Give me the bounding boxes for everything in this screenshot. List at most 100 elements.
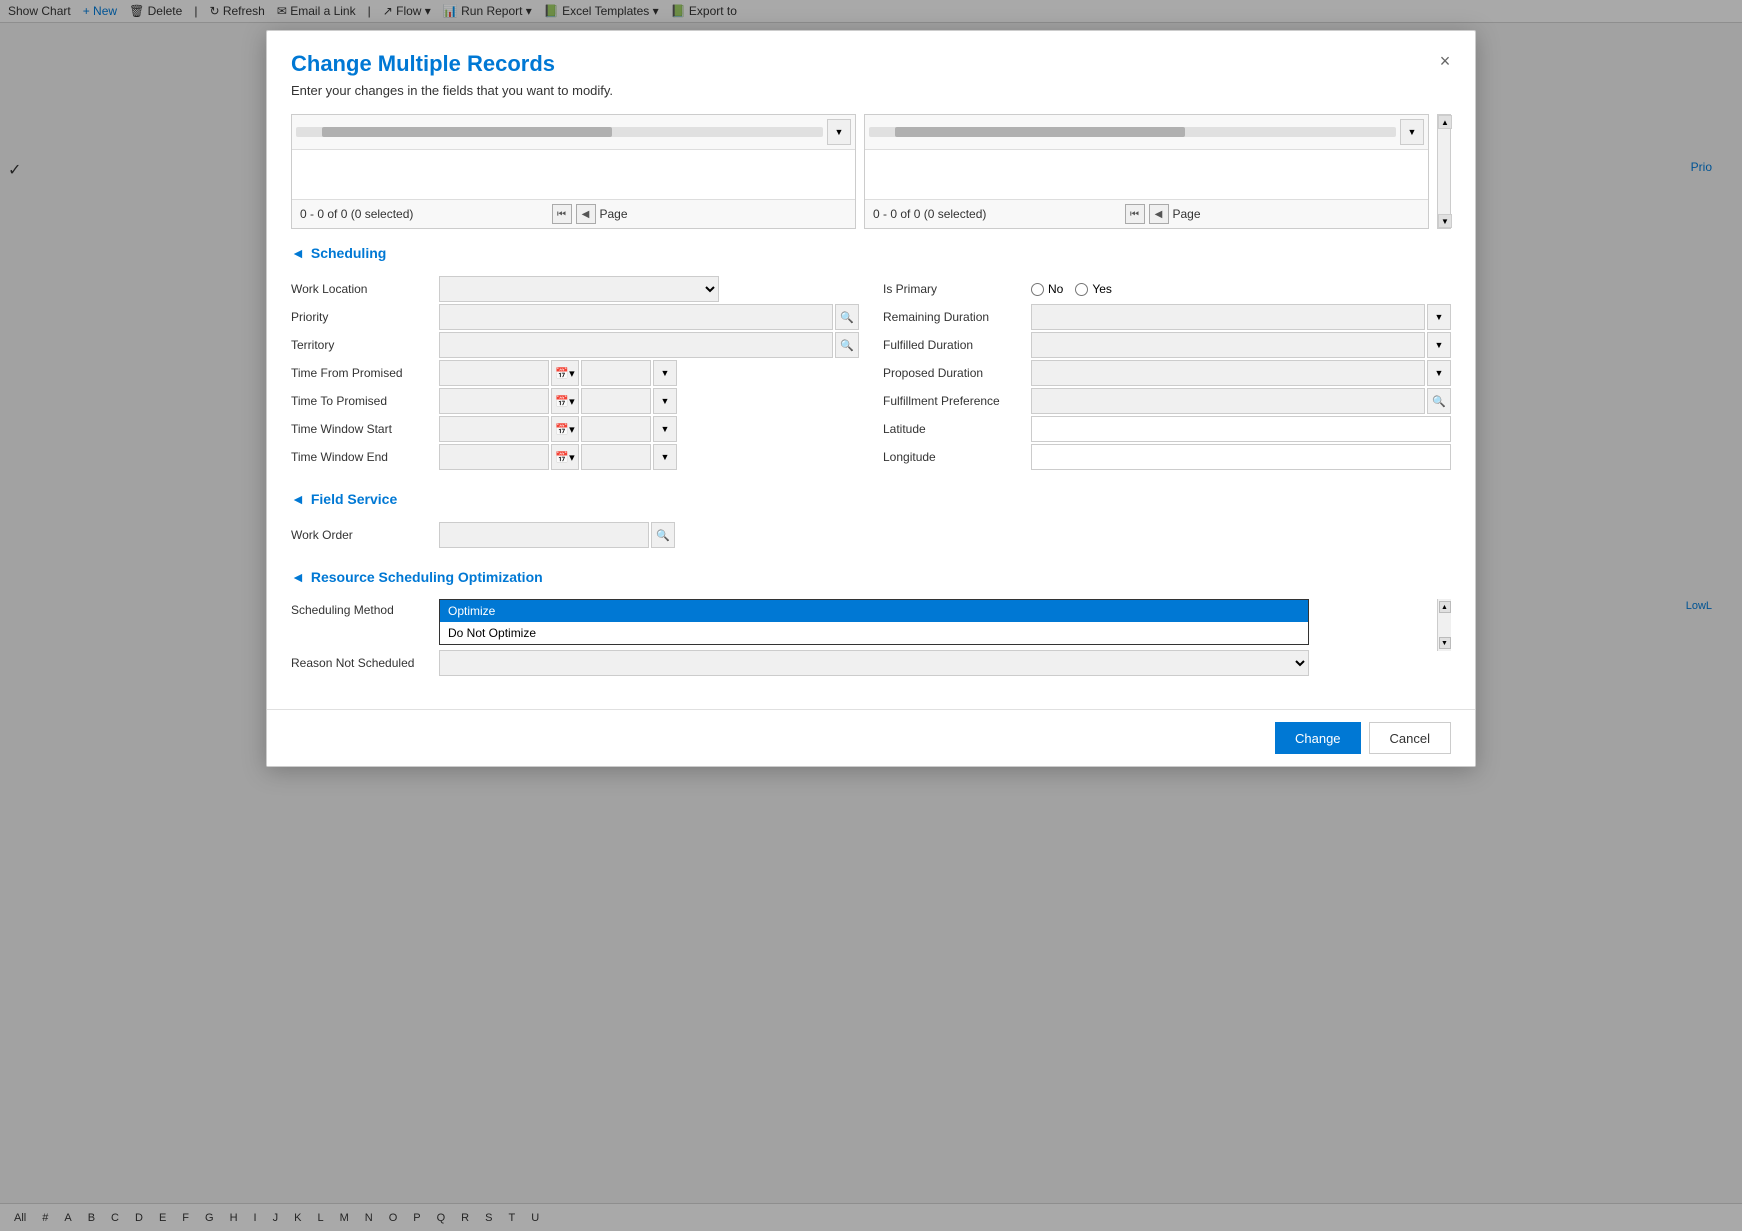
scheduling-method-optimize-option[interactable]: Optimize [440, 600, 1308, 622]
latitude-input[interactable] [1031, 416, 1451, 442]
dropdown-scroll-up[interactable]: ▲ [1439, 601, 1451, 613]
grids-scroll-down-arrow[interactable]: ▼ [1438, 214, 1452, 228]
fulfilled-duration-input[interactable] [1031, 332, 1425, 358]
scheduling-method-do-not-optimize-option[interactable]: Do Not Optimize [440, 622, 1308, 644]
territory-input[interactable] [439, 332, 833, 358]
proposed-duration-control: ▼ [1031, 360, 1451, 386]
time-to-promised-time-btn[interactable]: ▼ [653, 388, 677, 414]
work-order-input[interactable] [439, 522, 649, 548]
field-service-collapse-icon: ◄ [291, 491, 305, 507]
is-primary-label: Is Primary [883, 282, 1023, 296]
reason-not-scheduled-control [439, 650, 1451, 676]
grid2-body [865, 149, 1428, 199]
is-primary-no-radio[interactable] [1031, 283, 1044, 296]
time-window-end-cal-btn[interactable]: 📅▾ [551, 444, 579, 470]
grid1-first-btn[interactable]: ⏮ [552, 204, 572, 224]
work-order-lookup-btn[interactable]: 🔍 [651, 522, 675, 548]
time-window-end-time-input[interactable] [581, 444, 651, 470]
work-location-row: Work Location [291, 275, 859, 303]
time-from-promised-time-input[interactable] [581, 360, 651, 386]
reason-not-scheduled-select[interactable] [439, 650, 1309, 676]
grid1-prev-btn[interactable]: ◀ [576, 204, 596, 224]
remaining-duration-label: Remaining Duration [883, 310, 1023, 324]
remaining-duration-row: Remaining Duration ▼ [883, 303, 1451, 331]
work-location-control [439, 276, 859, 302]
grid1-body [292, 149, 855, 199]
is-primary-yes-option[interactable]: Yes [1075, 282, 1112, 296]
dialog-body: ▼ 0 - 0 of 0 (0 selected) ⏮ ◀ Page ▼ [267, 110, 1475, 709]
dropdown-scroll-down[interactable]: ▼ [1439, 637, 1451, 649]
work-order-label: Work Order [291, 528, 431, 542]
change-multiple-records-dialog: Change Multiple Records Enter your chang… [266, 30, 1476, 767]
time-to-promised-label: Time To Promised [291, 394, 431, 408]
time-to-promised-control: 📅▾ ▼ [439, 388, 859, 414]
grid2-prev-btn[interactable]: ◀ [1149, 204, 1169, 224]
time-window-end-time-btn[interactable]: ▼ [653, 444, 677, 470]
rso-section: ◄ Resource Scheduling Optimization Sched… [291, 565, 1451, 677]
time-from-promised-time-btn[interactable]: ▼ [653, 360, 677, 386]
scheduling-section-header[interactable]: ◄ Scheduling [291, 241, 1451, 265]
work-location-select-wrapper [439, 276, 859, 302]
grid1-scroll-up[interactable]: ▼ [827, 119, 851, 145]
fulfillment-preference-lookup-btn[interactable]: 🔍 [1427, 388, 1451, 414]
rso-label: Resource Scheduling Optimization [311, 569, 543, 585]
time-window-start-cal-btn[interactable]: 📅▾ [551, 416, 579, 442]
time-window-end-date-input[interactable] [439, 444, 549, 470]
time-from-promised-cal-btn[interactable]: 📅▾ [551, 360, 579, 386]
grid2-page-label: Page [1173, 207, 1421, 221]
time-window-start-time-btn[interactable]: ▼ [653, 416, 677, 442]
time-to-promised-row: Time To Promised 📅▾ ▼ [291, 387, 859, 415]
remaining-duration-btn[interactable]: ▼ [1427, 304, 1451, 330]
longitude-row: Longitude [883, 443, 1451, 471]
time-to-promised-cal-btn[interactable]: 📅▾ [551, 388, 579, 414]
territory-lookup-btn[interactable]: 🔍 [835, 332, 859, 358]
dropdown-scrollbar: ▲ ▼ [1437, 599, 1451, 651]
remaining-duration-input[interactable] [1031, 304, 1425, 330]
time-from-promised-control: 📅▾ ▼ [439, 360, 859, 386]
priority-row: Priority 🔍 [291, 303, 859, 331]
time-window-end-control: 📅▾ ▼ [439, 444, 859, 470]
scheduling-section: ◄ Scheduling Work Location [291, 241, 1451, 471]
priority-control: 🔍 [439, 304, 859, 330]
grid2-scroll-up[interactable]: ▼ [1400, 119, 1424, 145]
time-to-promised-time-input[interactable] [581, 388, 651, 414]
dialog-close-button[interactable]: × [1431, 47, 1459, 75]
time-window-start-control: 📅▾ ▼ [439, 416, 859, 442]
time-from-promised-date-input[interactable] [439, 360, 549, 386]
dialog-subtitle: Enter your changes in the fields that yo… [291, 83, 1451, 98]
proposed-duration-input[interactable] [1031, 360, 1425, 386]
dialog-footer: Change Cancel [267, 709, 1475, 766]
territory-label: Territory [291, 338, 431, 352]
grids-scroll-up-arrow[interactable]: ▲ [1438, 115, 1452, 129]
latitude-label: Latitude [883, 422, 1023, 436]
fulfilled-duration-control: ▼ [1031, 332, 1451, 358]
scheduling-method-dropdown[interactable]: Optimize Do Not Optimize [439, 599, 1309, 645]
fulfillment-preference-control: 🔍 [1031, 388, 1451, 414]
fulfilled-duration-row: Fulfilled Duration ▼ [883, 331, 1451, 359]
proposed-duration-btn[interactable]: ▼ [1427, 360, 1451, 386]
scheduling-collapse-icon: ◄ [291, 245, 305, 261]
priority-lookup-btn[interactable]: 🔍 [835, 304, 859, 330]
rso-section-header[interactable]: ◄ Resource Scheduling Optimization [291, 565, 1451, 589]
field-service-section-header[interactable]: ◄ Field Service [291, 487, 1451, 511]
work-order-control: 🔍 [439, 522, 1451, 548]
territory-control: 🔍 [439, 332, 859, 358]
scheduling-label: Scheduling [311, 245, 386, 261]
is-primary-yes-radio[interactable] [1075, 283, 1088, 296]
time-window-end-row: Time Window End 📅▾ ▼ [291, 443, 859, 471]
is-primary-no-option[interactable]: No [1031, 282, 1063, 296]
time-window-start-date-input[interactable] [439, 416, 549, 442]
grid2-first-btn[interactable]: ⏮ [1125, 204, 1145, 224]
scheduling-right-col: Is Primary No Yes [883, 275, 1451, 471]
fulfilled-duration-btn[interactable]: ▼ [1427, 332, 1451, 358]
lookup-grids-area: ▼ 0 - 0 of 0 (0 selected) ⏮ ◀ Page ▼ [291, 114, 1451, 229]
fulfillment-preference-input[interactable] [1031, 388, 1425, 414]
longitude-input[interactable] [1031, 444, 1451, 470]
cancel-button[interactable]: Cancel [1369, 722, 1451, 754]
time-window-start-time-input[interactable] [581, 416, 651, 442]
time-from-promised-label: Time From Promised [291, 366, 431, 380]
work-location-select[interactable] [439, 276, 719, 302]
priority-input[interactable] [439, 304, 833, 330]
time-to-promised-date-input[interactable] [439, 388, 549, 414]
change-button[interactable]: Change [1275, 722, 1361, 754]
